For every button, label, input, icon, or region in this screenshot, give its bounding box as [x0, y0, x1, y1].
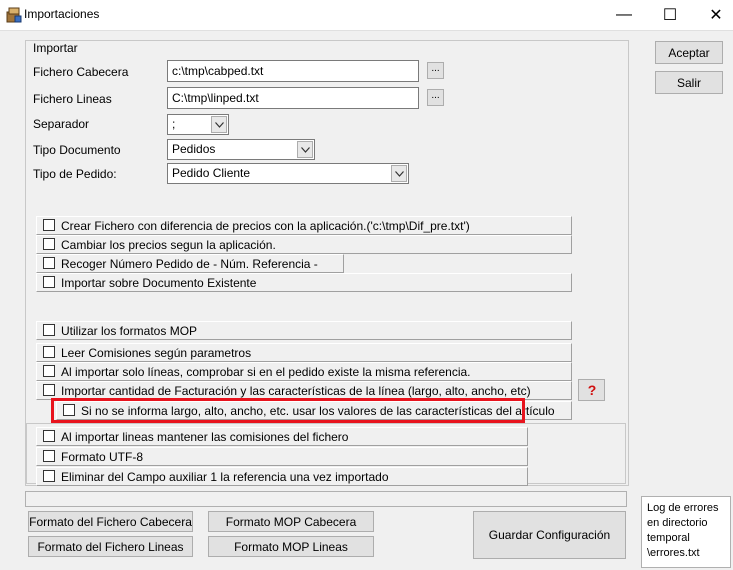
close-icon: ✕ [709, 7, 723, 24]
app-icon [6, 7, 22, 23]
aceptar-button[interactable]: Aceptar [655, 41, 723, 64]
minimize-button[interactable]: — [601, 0, 647, 30]
option-formatos-mop[interactable]: Utilizar los formatos MOP [36, 321, 572, 340]
checkbox[interactable] [43, 276, 55, 288]
salir-button[interactable]: Salir [655, 71, 723, 94]
option-recoger-numero[interactable]: Recoger Número Pedido de - Núm. Referenc… [36, 254, 344, 273]
option-cambiar-precios[interactable]: Cambiar los precios segun la aplicación. [36, 235, 572, 254]
lineas-browse-button[interactable]: ... [427, 89, 444, 106]
checkbox[interactable] [43, 257, 55, 269]
separador-value: ; [172, 117, 176, 131]
tipo-pedido-label: Tipo de Pedido: [33, 167, 117, 181]
help-button[interactable]: ? [578, 379, 605, 401]
option-label: Al importar solo líneas, comprobar si en… [61, 365, 471, 379]
option-crear-fichero[interactable]: Crear Fichero con diferencia de precios … [36, 216, 572, 235]
chevron-down-icon [391, 165, 407, 182]
checkbox[interactable] [43, 470, 55, 482]
tipo-documento-label: Tipo Documento [33, 143, 121, 157]
chevron-down-icon [211, 116, 227, 133]
checkbox[interactable] [43, 450, 55, 462]
checkbox[interactable] [43, 346, 55, 358]
checkbox[interactable] [43, 324, 55, 336]
tipo-documento-select[interactable]: Pedidos [167, 139, 315, 160]
option-leer-comisiones[interactable]: Leer Comisiones según parametros [36, 343, 572, 362]
separador-label: Separador [33, 117, 90, 131]
lineas-input[interactable]: C:\tmp\linped.txt [167, 87, 419, 109]
maximize-icon: ☐ [662, 7, 678, 24]
option-label: Recoger Número Pedido de - Núm. Referenc… [61, 257, 318, 271]
svg-text:?: ? [587, 382, 596, 398]
tipo-pedido-value: Pedido Cliente [172, 166, 251, 180]
option-label: Importar sobre Documento Existente [61, 276, 257, 290]
tipo-pedido-select[interactable]: Pedido Cliente [167, 163, 409, 184]
log-errores-text: Log de errores en directorio temporal \e… [641, 496, 731, 568]
mop-cabecera-button[interactable]: Formato MOP Cabecera [208, 511, 374, 532]
cabecera-browse-button[interactable]: ... [427, 62, 444, 79]
option-label: Leer Comisiones según parametros [61, 346, 252, 360]
option-comprobar-referencia[interactable]: Al importar solo líneas, comprobar si en… [36, 362, 572, 381]
progress-bar [25, 491, 627, 507]
help-icon: ? [587, 382, 596, 398]
close-button[interactable]: ✕ [693, 0, 733, 30]
option-label: Al importar lineas mantener las comision… [61, 430, 349, 444]
option-mantener-comisiones[interactable]: Al importar lineas mantener las comision… [36, 427, 528, 446]
checkbox[interactable] [43, 430, 55, 442]
window-title: Importaciones [24, 7, 100, 21]
checkbox[interactable] [43, 384, 55, 396]
guardar-configuracion-button[interactable]: Guardar Configuración [473, 511, 626, 559]
checkbox[interactable] [43, 365, 55, 377]
cabecera-label: Fichero Cabecera [33, 65, 129, 79]
lineas-label: Fichero Lineas [33, 92, 112, 106]
option-label: Eliminar del Campo auxiliar 1 la referen… [61, 470, 389, 484]
option-utf8[interactable]: Formato UTF-8 [36, 447, 528, 466]
option-eliminar-auxiliar[interactable]: Eliminar del Campo auxiliar 1 la referen… [36, 467, 528, 486]
mop-lineas-button[interactable]: Formato MOP Lineas [208, 536, 374, 557]
cabecera-input[interactable]: c:\tmp\cabped.txt [167, 60, 419, 82]
formato-cabecera-button[interactable]: Formato del Fichero Cabecera [28, 511, 193, 532]
option-label: Formato UTF-8 [61, 450, 144, 464]
formato-lineas-button[interactable]: Formato del Fichero Lineas [28, 536, 193, 557]
separador-select[interactable]: ; [167, 114, 229, 135]
checkbox[interactable] [43, 219, 55, 231]
highlight-box [51, 398, 525, 423]
chevron-down-icon [297, 141, 313, 158]
option-label: Importar cantidad de Facturación y las c… [61, 384, 531, 398]
title-bar: Importaciones — ☐ ✕ [0, 0, 733, 31]
option-label: Utilizar los formatos MOP [61, 324, 198, 338]
option-label: Crear Fichero con diferencia de precios … [61, 219, 470, 233]
group-label: Importar [31, 41, 80, 55]
option-importar-existente[interactable]: Importar sobre Documento Existente [36, 273, 572, 292]
maximize-button[interactable]: ☐ [647, 0, 693, 30]
tipo-documento-value: Pedidos [172, 142, 216, 156]
minimize-icon: — [616, 6, 632, 23]
option-label: Cambiar los precios segun la aplicación. [61, 238, 276, 252]
checkbox[interactable] [43, 238, 55, 250]
